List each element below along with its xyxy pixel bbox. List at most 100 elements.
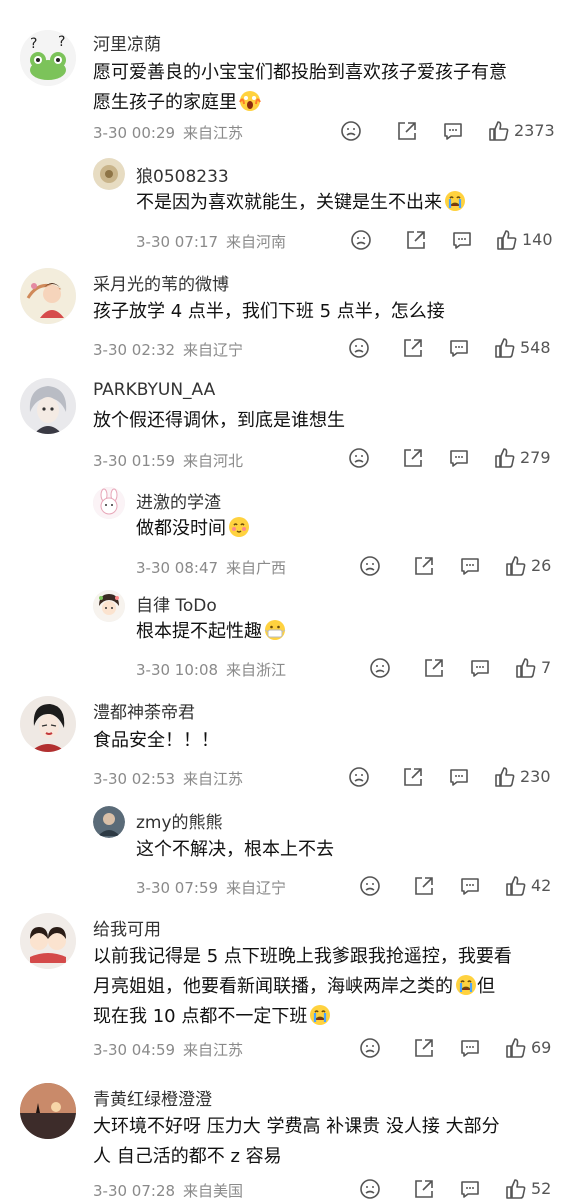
comment-icon[interactable]	[451, 229, 473, 251]
thumbs-up-icon[interactable]: 42	[505, 875, 551, 897]
username[interactable]: 给我可用	[93, 915, 161, 940]
thumbs-up-icon[interactable]: 230	[494, 766, 551, 788]
avatar[interactable]	[20, 268, 76, 324]
action-bar: 26	[357, 555, 562, 579]
comment-icon[interactable]	[459, 875, 481, 897]
share-icon[interactable]	[413, 1037, 435, 1059]
comment-meta: 3-30 07:59 来自辽宁	[136, 877, 286, 898]
comment-meta: 3-30 04:59 来自江苏	[93, 1039, 243, 1060]
thumbs-up-icon[interactable]: 140	[496, 229, 553, 251]
avatar[interactable]	[93, 158, 125, 190]
comment-text-segment: 做都没时间	[136, 518, 226, 539]
username[interactable]: 青黄红绿橙澄澄	[93, 1085, 212, 1110]
comment-text-segment: 现在我 10 点都不一定下班	[93, 1006, 308, 1027]
avatar[interactable]: ? ?	[20, 30, 76, 86]
frown-face-icon[interactable]	[348, 337, 370, 359]
thumbs-up-icon[interactable]: 548	[494, 337, 551, 359]
username[interactable]: 狼0508233	[136, 162, 229, 187]
frown-face-icon[interactable]	[359, 1178, 381, 1200]
comment-icon[interactable]	[442, 120, 464, 142]
username[interactable]: 进激的学渣	[136, 488, 221, 513]
comment-text-line: 愿可爱善良的小宝宝们都投胎到喜欢孩子爱孩子有意	[93, 62, 507, 83]
blush-emoji	[228, 516, 250, 538]
avatar[interactable]	[93, 590, 125, 622]
comment-text-segment: 月亮姐姐，他要看新闻联播，海峡两岸之类的	[93, 976, 453, 997]
avatar[interactable]	[93, 806, 125, 838]
sunset-avatar-icon	[20, 1083, 76, 1139]
share-icon[interactable]	[396, 120, 418, 142]
thumbs-up-icon[interactable]: 279	[494, 447, 551, 469]
username[interactable]: PARKBYUN_AA	[93, 380, 215, 400]
comment-meta: 3-30 10:08 来自浙江	[136, 659, 286, 680]
comment-text-segment: 但	[477, 976, 495, 997]
comment-meta: 3-30 07:28 来自美国	[93, 1180, 243, 1200]
action-bar: 42	[357, 875, 562, 899]
comment-text-segment: 根本提不起性趣	[136, 621, 262, 642]
username[interactable]: 河里凉荫	[93, 30, 161, 55]
comment-item: 青黄红绿橙澄澄 大环境不好呀 压力大 学费高 补课贵 没人接 大部分 人 自己活…	[0, 1075, 569, 1200]
username[interactable]: zmy的熊熊	[136, 808, 223, 833]
couple-avatar-icon	[20, 913, 76, 969]
frown-face-icon[interactable]	[359, 875, 381, 897]
share-icon[interactable]	[402, 337, 424, 359]
share-icon[interactable]	[423, 657, 445, 679]
avatar[interactable]	[20, 1083, 76, 1139]
comment-meta: 3-30 07:17 来自河南	[136, 231, 286, 252]
frown-face-icon[interactable]	[359, 1037, 381, 1059]
frown-face-icon[interactable]	[359, 555, 381, 577]
username[interactable]: 自律 ToDo	[136, 591, 217, 616]
frown-face-icon[interactable]	[350, 229, 372, 251]
comment-icon[interactable]	[459, 1037, 481, 1059]
cartoon-avatar-icon	[93, 590, 125, 622]
like-count: 230	[520, 767, 551, 786]
comment-icon[interactable]	[459, 555, 481, 577]
anime-avatar-icon	[20, 378, 76, 434]
frown-face-icon[interactable]	[369, 657, 391, 679]
comment-location: 来自河南	[226, 233, 287, 251]
comment-text-line: 做都没时间	[136, 514, 250, 544]
share-icon[interactable]	[413, 875, 435, 897]
share-icon[interactable]	[413, 1178, 435, 1200]
comment-date: 3-30 07:28	[93, 1182, 176, 1200]
comment-item: ? ? 河里凉荫 愿可爱善良的小宝宝们都投胎到喜欢孩子爱孩子有意 愿生孩子的家庭…	[0, 0, 569, 270]
username[interactable]: 采月光的苇的微博	[93, 270, 229, 295]
comment-text-line: 放个假还得调休，到底是谁想生	[93, 410, 345, 431]
illustration-avatar-icon	[20, 268, 76, 324]
avatar[interactable]	[93, 487, 125, 519]
action-bar: 2373	[338, 120, 558, 144]
crying-emoji	[444, 190, 466, 212]
comment-text-line: 以前我记得是 5 点下班晚上我爹跟我抢遥控，我要看	[93, 946, 512, 967]
thumbs-up-icon[interactable]: 7	[515, 657, 551, 679]
avatar[interactable]	[20, 696, 76, 752]
comment-date: 3-30 01:59	[93, 452, 176, 470]
svg-text:?: ?	[58, 34, 65, 50]
comment-text-line: 月亮姐姐，他要看新闻联播，海峡两岸之类的 但	[93, 972, 495, 1002]
comment-icon[interactable]	[448, 766, 470, 788]
thumbs-up-icon[interactable]: 2373	[488, 120, 555, 142]
thumbs-up-icon[interactable]: 26	[505, 555, 551, 577]
comment-date: 3-30 08:47	[136, 559, 219, 577]
like-count: 26	[531, 556, 552, 575]
share-icon[interactable]	[402, 766, 424, 788]
comment-text-line: 根本提不起性趣	[136, 617, 286, 647]
comment-icon[interactable]	[448, 447, 470, 469]
svg-text:?: ?	[30, 36, 37, 52]
share-icon[interactable]	[402, 447, 424, 469]
frog-avatar-icon: ? ?	[20, 30, 76, 86]
frown-face-icon[interactable]	[340, 120, 362, 142]
avatar[interactable]	[20, 913, 76, 969]
comment-text-segment: 愿生孩子的家庭里	[93, 92, 237, 113]
comment-icon[interactable]	[448, 337, 470, 359]
share-icon[interactable]	[413, 555, 435, 577]
comment-icon[interactable]	[469, 657, 491, 679]
action-bar: 52	[357, 1178, 562, 1200]
thumbs-up-icon[interactable]: 52	[505, 1178, 551, 1200]
comment-icon[interactable]	[459, 1178, 481, 1200]
frown-face-icon[interactable]	[348, 766, 370, 788]
comment-location: 来自辽宁	[226, 879, 287, 897]
share-icon[interactable]	[405, 229, 427, 251]
frown-face-icon[interactable]	[348, 447, 370, 469]
avatar[interactable]	[20, 378, 76, 434]
thumbs-up-icon[interactable]: 69	[505, 1037, 551, 1059]
username[interactable]: 澧都神荼帝君	[93, 698, 195, 723]
